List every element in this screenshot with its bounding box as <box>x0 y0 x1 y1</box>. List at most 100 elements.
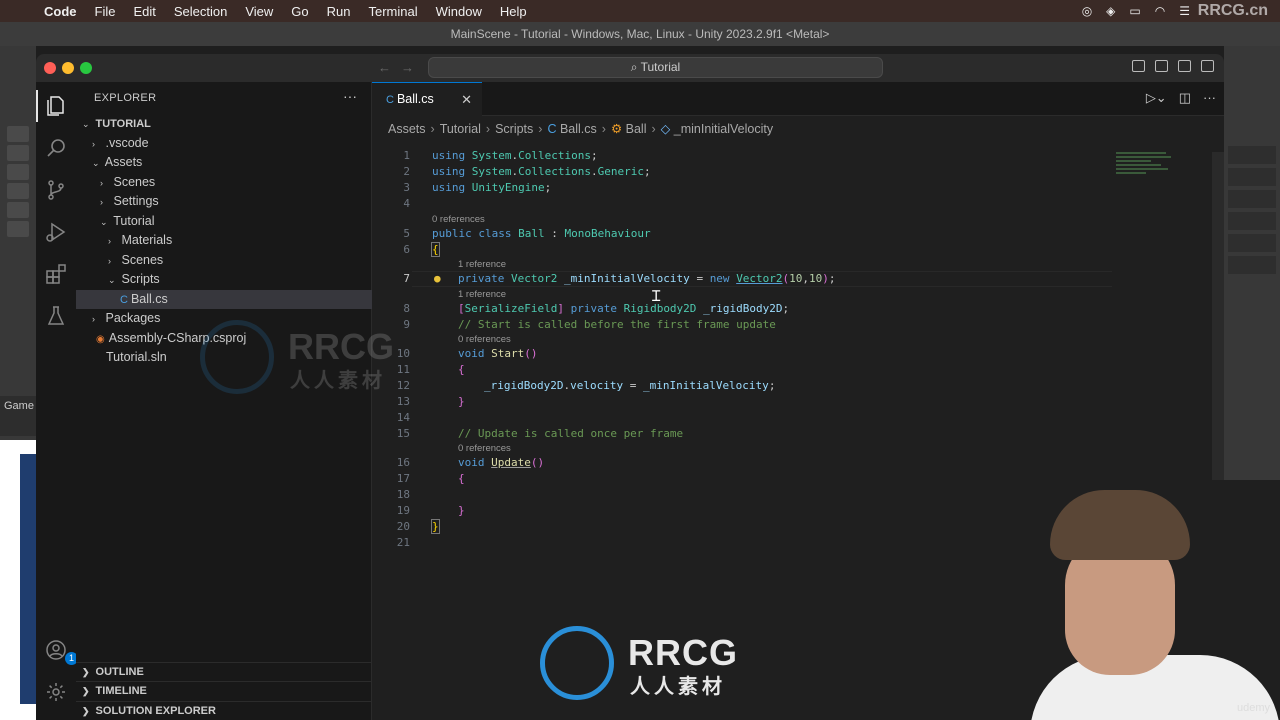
minimap[interactable] <box>1116 152 1176 192</box>
command-center[interactable]: ⌕ Tutorial <box>428 57 883 78</box>
menu-window[interactable]: Window <box>436 4 482 19</box>
tree-item-scenes[interactable]: › Scenes <box>76 251 372 271</box>
move-tool-icon[interactable] <box>7 145 29 161</box>
accounts-icon[interactable]: 1 <box>44 638 78 665</box>
line-number: 6 <box>403 243 410 256</box>
split-editor-icon[interactable]: ◫ <box>1179 90 1191 106</box>
rotate-tool-icon[interactable] <box>7 164 29 180</box>
run-icon[interactable]: ▷⌄ <box>1146 90 1167 106</box>
tree-item-settings[interactable]: › Settings <box>76 192 372 212</box>
rect-tool-icon[interactable] <box>7 202 29 218</box>
control-center-icon[interactable]: ☰ <box>1179 4 1190 18</box>
zoom-window-button[interactable] <box>80 62 92 74</box>
search-icon[interactable] <box>44 136 68 160</box>
tree-item--vscode[interactable]: › .vscode <box>76 134 372 154</box>
hand-tool-icon[interactable] <box>7 126 29 142</box>
testing-icon[interactable] <box>44 304 68 328</box>
menu-help[interactable]: Help <box>500 4 527 19</box>
status-icons: ◎ ◈ ▭ ◠ ☰ <box>1082 0 1190 22</box>
breadcrumb-tutorial[interactable]: Tutorial <box>440 122 481 136</box>
extensions-icon[interactable] <box>44 262 68 286</box>
menu-selection[interactable]: Selection <box>174 4 227 19</box>
customize-layout-icon[interactable] <box>1201 60 1214 72</box>
menu-run[interactable]: Run <box>327 4 351 19</box>
toggle-panel-icon[interactable] <box>1155 60 1168 72</box>
tree-item-scenes[interactable]: › Scenes <box>76 173 372 193</box>
section-outline[interactable]: ❯ OUTLINE <box>76 661 372 682</box>
scale-tool-icon[interactable] <box>7 183 29 199</box>
inspector-row[interactable] <box>1228 212 1276 230</box>
menu-terminal[interactable]: Terminal <box>369 4 418 19</box>
line-number: 20 <box>396 520 410 533</box>
codelens-references[interactable]: 0 references <box>458 443 511 455</box>
menu-go[interactable]: Go <box>291 4 308 19</box>
tree-item-assets[interactable]: ⌄ Assets <box>76 153 372 173</box>
code-line: 14 <box>372 410 1132 426</box>
code-line: 10 void Start() <box>372 346 1132 362</box>
codelens-references[interactable]: 0 references <box>458 334 511 346</box>
run-debug-icon[interactable] <box>44 220 68 244</box>
tree-item-ball-cs[interactable]: C Ball.cs <box>76 289 372 309</box>
close-window-button[interactable] <box>44 62 56 74</box>
code-line: 18 <box>372 487 1132 503</box>
code-line: 6{ <box>372 242 1132 258</box>
code-line: 4 <box>372 196 1132 212</box>
breadcrumb-file[interactable]: Ball.cs <box>560 122 597 136</box>
breadcrumb-scripts[interactable]: Scripts <box>495 122 533 136</box>
creative-cloud-icon[interactable]: ◎ <box>1082 4 1092 18</box>
unity-game-tab[interactable]: Game <box>0 396 36 436</box>
toggle-sidebar-icon[interactable] <box>1132 60 1145 72</box>
editor-scrollbar[interactable] <box>1212 152 1224 502</box>
breadcrumb-assets[interactable]: Assets <box>388 122 426 136</box>
back-arrow-icon[interactable]: ← <box>378 60 401 75</box>
tree-item-tutorial[interactable]: ⌄ TUTORIAL <box>76 114 372 134</box>
codelens-references[interactable]: 1 reference <box>458 259 506 271</box>
wifi-icon[interactable]: ◠ <box>1155 4 1165 18</box>
inspector-row[interactable] <box>1228 256 1276 274</box>
breadcrumb-separator: › <box>538 122 543 136</box>
settings-gear-icon[interactable] <box>44 680 68 704</box>
inspector-row[interactable] <box>1228 190 1276 208</box>
lightbulb-icon[interactable]: ● <box>434 271 441 287</box>
menu-view[interactable]: View <box>245 4 273 19</box>
inspector-row[interactable] <box>1228 234 1276 252</box>
source-control-icon[interactable] <box>44 178 68 202</box>
tree-item-materials[interactable]: › Materials <box>76 231 372 251</box>
section-solution-explorer[interactable]: ❯ SOLUTION EXPLORER <box>76 700 372 720</box>
tab-ball-cs[interactable]: C Ball.cs ✕ <box>372 82 482 116</box>
toggle-secondary-sidebar-icon[interactable] <box>1178 60 1191 72</box>
breadcrumb-field[interactable]: _minInitialVelocity <box>674 122 773 136</box>
tree-item-tutorial[interactable]: ⌄ Tutorial <box>76 212 372 232</box>
breadcrumb-separator: › <box>601 122 606 136</box>
close-tab-icon[interactable]: ✕ <box>461 83 472 116</box>
more-actions-icon[interactable]: ··· <box>1203 90 1216 106</box>
code-line-current: 7 ● private Vector2 _minInitialVelocity = … <box>372 271 1132 287</box>
code-line: 1 using System.Collections; <box>372 148 1132 164</box>
battery-icon[interactable]: ▭ <box>1129 4 1140 18</box>
minimize-window-button[interactable] <box>62 62 74 74</box>
breadcrumb-class[interactable]: Ball <box>626 122 647 136</box>
tree-item-scripts[interactable]: ⌄ Scripts <box>76 270 372 290</box>
forward-arrow-icon[interactable]: → <box>401 60 424 75</box>
section-timeline[interactable]: ❯ TIMELINE <box>76 681 372 701</box>
tab-label: Ball.cs <box>396 92 434 106</box>
watermark-subtext: 人人素材 <box>630 676 726 698</box>
transform-tool-icon[interactable] <box>7 221 29 237</box>
section-label: TIMELINE <box>95 685 147 697</box>
codelens-references[interactable]: 0 references <box>432 214 485 226</box>
menu-edit[interactable]: Edit <box>133 4 155 19</box>
explorer-icon[interactable] <box>36 90 68 122</box>
editor-actions: ▷⌄ ◫ ··· <box>1146 90 1216 106</box>
chevron-right-icon: › <box>92 314 95 324</box>
inspector-row[interactable] <box>1228 146 1276 164</box>
unity-scene-toolbar: Game <box>0 46 36 720</box>
inspector-row[interactable] <box>1228 168 1276 186</box>
line-code: { <box>458 363 465 376</box>
more-actions-icon[interactable]: ··· <box>343 88 357 104</box>
class-symbol-icon: ⚙ <box>610 122 626 136</box>
menu-file[interactable]: File <box>95 4 116 19</box>
line-number: 2 <box>403 165 410 178</box>
app-menu[interactable]: Code <box>44 4 77 19</box>
unity-icon[interactable]: ◈ <box>1106 4 1115 18</box>
codelens-references[interactable]: 1 reference <box>458 289 506 301</box>
